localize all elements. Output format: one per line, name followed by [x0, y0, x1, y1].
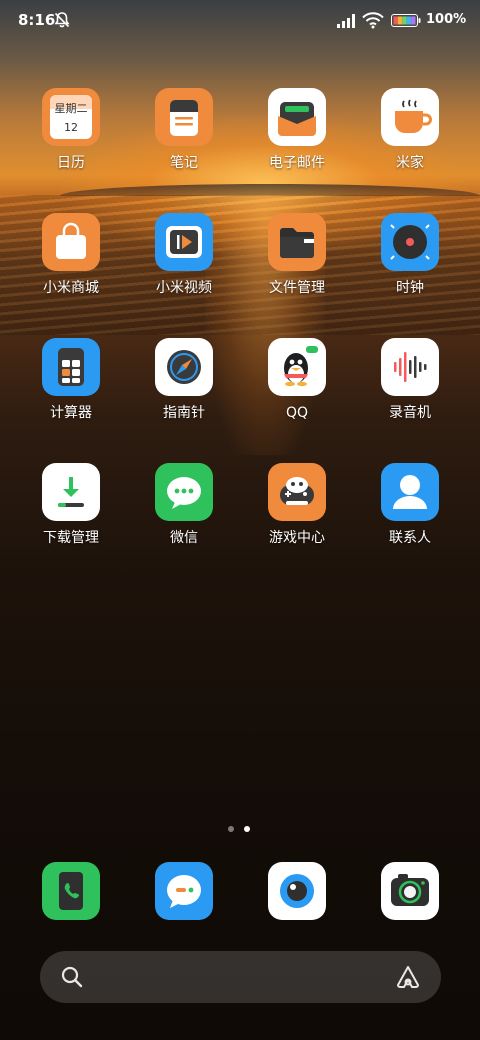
mijia-cup-icon: [381, 88, 439, 146]
status-time: 8:16: [18, 11, 56, 29]
app-label: 联系人: [389, 530, 431, 546]
app-email[interactable]: 电子邮件: [242, 88, 352, 172]
contacts-icon: [381, 463, 439, 521]
app-clock[interactable]: 时钟: [355, 213, 465, 297]
bell-off-icon: [54, 12, 70, 28]
phone-icon: [42, 862, 100, 920]
video-play-icon: [155, 213, 213, 271]
message-icon: [155, 862, 213, 920]
search-bar[interactable]: [40, 951, 441, 1003]
clock-icon: [381, 213, 439, 271]
notes-icon: [155, 88, 213, 146]
calendar-day: 12: [64, 121, 78, 134]
signal-icon: [337, 14, 355, 28]
app-file-manager[interactable]: 文件管理: [242, 213, 352, 297]
browser-icon: [268, 862, 326, 920]
search-input[interactable]: [96, 963, 380, 993]
battery-icon: [391, 14, 421, 27]
app-label: 时钟: [396, 280, 424, 296]
dock-phone[interactable]: [16, 862, 126, 920]
dock-camera[interactable]: [355, 862, 465, 920]
recorder-icon: [381, 338, 439, 396]
download-icon: [42, 463, 100, 521]
app-label: 笔记: [170, 155, 198, 171]
calendar-icon: 星期二 12: [42, 88, 100, 146]
voice-assistant-icon[interactable]: [395, 964, 421, 990]
app-label: 电子邮件: [269, 155, 325, 171]
app-mi-store[interactable]: 小米商城: [16, 213, 126, 297]
dock-messages[interactable]: [129, 862, 239, 920]
app-calendar[interactable]: 星期二 12 日历: [16, 88, 126, 172]
qq-penguin-icon: [268, 338, 326, 396]
wechat-icon: [155, 463, 213, 521]
app-game-center[interactable]: 游戏中心: [242, 463, 352, 547]
page-dot[interactable]: [228, 826, 234, 832]
calculator-icon: [42, 338, 100, 396]
app-label: 录音机: [389, 405, 431, 421]
app-notes[interactable]: 笔记: [129, 88, 239, 172]
app-label: 小米商城: [43, 280, 99, 296]
compass-icon: [155, 338, 213, 396]
page-dot-current[interactable]: [244, 826, 250, 832]
app-calculator[interactable]: 计算器: [16, 338, 126, 422]
search-icon[interactable]: [60, 965, 84, 989]
calendar-weekday: 星期二: [54, 102, 88, 115]
shopping-bag-icon: [42, 213, 100, 271]
app-downloads[interactable]: 下载管理: [16, 463, 126, 547]
app-label: 计算器: [50, 405, 92, 421]
app-label: 文件管理: [269, 280, 325, 296]
app-wechat[interactable]: 微信: [129, 463, 239, 547]
app-label: 日历: [57, 155, 85, 171]
app-contacts[interactable]: 联系人: [355, 463, 465, 547]
app-label: 米家: [396, 155, 424, 171]
app-label: QQ: [285, 405, 309, 421]
status-bar: 8:16 100%: [0, 0, 480, 40]
app-label: 下载管理: [43, 530, 99, 546]
wifi-icon: [362, 12, 384, 29]
game-center-icon: [268, 463, 326, 521]
app-recorder[interactable]: 录音机: [355, 338, 465, 422]
app-label: 微信: [170, 530, 198, 546]
app-mi-video[interactable]: 小米视频: [129, 213, 239, 297]
folder-icon: [268, 213, 326, 271]
app-qq[interactable]: QQ: [242, 338, 352, 422]
app-mijia[interactable]: 米家: [355, 88, 465, 172]
battery-percentage: 100%: [426, 12, 467, 27]
dock-browser[interactable]: [242, 862, 352, 920]
page-indicator: [226, 825, 256, 835]
app-label: 指南针: [163, 405, 205, 421]
app-compass[interactable]: 指南针: [129, 338, 239, 422]
camera-icon: [381, 862, 439, 920]
app-label: 小米视频: [156, 280, 212, 296]
email-icon: [268, 88, 326, 146]
app-label: 游戏中心: [269, 530, 325, 546]
